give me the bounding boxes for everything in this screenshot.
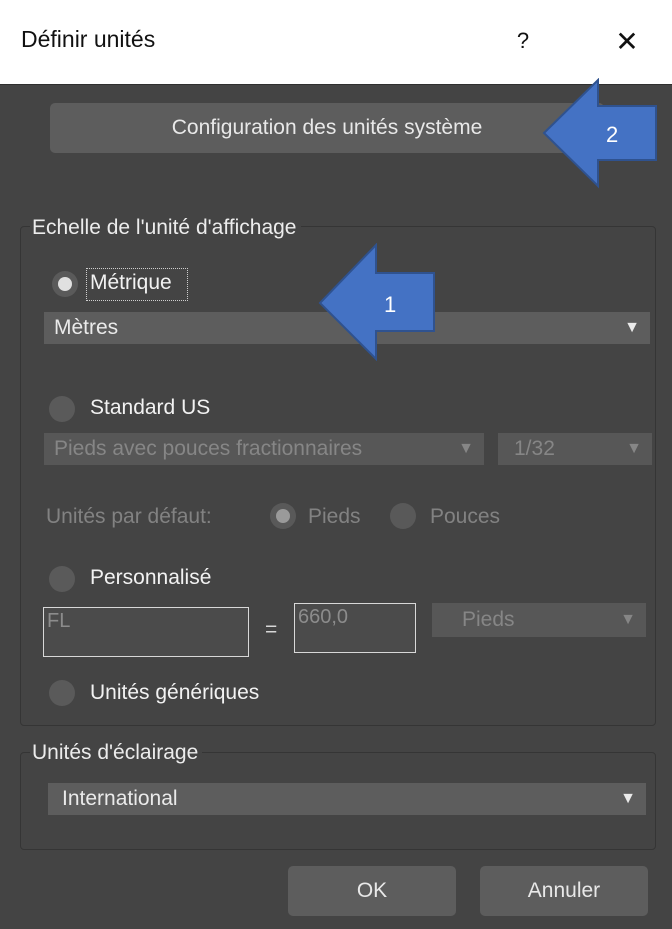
metric-units-value: Mètres: [54, 316, 119, 339]
metric-label[interactable]: Métrique: [90, 271, 172, 295]
us-units-dropdown[interactable]: Pieds avec pouces fractionnaires ▼: [44, 433, 484, 465]
custom-name-field[interactable]: FL: [43, 607, 249, 657]
display-unit-scale-title: Echelle de l'unité d'affichage: [30, 216, 301, 240]
lighting-units-dropdown[interactable]: International ▼: [48, 783, 646, 815]
window-title: Définir unités: [21, 26, 156, 52]
equals-sign: =: [265, 618, 278, 641]
title-bar: Définir unités ? ✕: [0, 0, 672, 85]
us-standard-radio[interactable]: [49, 396, 75, 422]
callout-arrow-2: 2: [540, 78, 660, 190]
lighting-units-title: Unités d'éclairage: [30, 741, 203, 765]
callout-number-1: 1: [384, 292, 397, 317]
cancel-button[interactable]: Annuler: [480, 866, 648, 916]
us-units-value: Pieds avec pouces fractionnaires: [54, 437, 363, 460]
fraction-value: 1/32: [514, 437, 555, 460]
feet-radio[interactable]: [270, 503, 296, 529]
custom-amount-value: 660,0: [298, 606, 349, 628]
callout-arrow-1: 1: [318, 243, 438, 361]
default-units-label: Unités par défaut:: [46, 505, 212, 528]
chevron-down-icon: ▼: [620, 790, 636, 807]
chevron-down-icon: ▼: [624, 319, 640, 336]
custom-radio[interactable]: [49, 566, 75, 592]
feet-label[interactable]: Pieds: [308, 505, 361, 529]
us-standard-label[interactable]: Standard US: [90, 396, 210, 420]
system-units-setup-button[interactable]: Configuration des unités système: [50, 103, 604, 153]
lighting-units-value: International: [62, 787, 178, 810]
inches-radio[interactable]: [390, 503, 416, 529]
ok-button[interactable]: OK: [288, 866, 456, 916]
custom-label[interactable]: Personnalisé: [90, 566, 211, 590]
chevron-down-icon: ▼: [620, 611, 636, 628]
generic-units-label[interactable]: Unités génériques: [90, 681, 259, 705]
custom-unit-value: Pieds: [462, 608, 515, 631]
custom-name-value: FL: [47, 610, 71, 632]
generic-units-radio[interactable]: [49, 680, 75, 706]
inches-label[interactable]: Pouces: [430, 505, 500, 529]
fraction-dropdown[interactable]: 1/32 ▼: [498, 433, 652, 465]
metric-radio[interactable]: [52, 271, 78, 297]
custom-unit-dropdown[interactable]: Pieds ▼: [432, 603, 646, 637]
help-button[interactable]: ?: [508, 24, 538, 58]
custom-amount-field[interactable]: 660,0: [294, 603, 416, 653]
callout-number-2: 2: [606, 122, 619, 147]
close-button[interactable]: ✕: [600, 22, 654, 62]
chevron-down-icon: ▼: [626, 440, 642, 457]
chevron-down-icon: ▼: [458, 440, 474, 457]
